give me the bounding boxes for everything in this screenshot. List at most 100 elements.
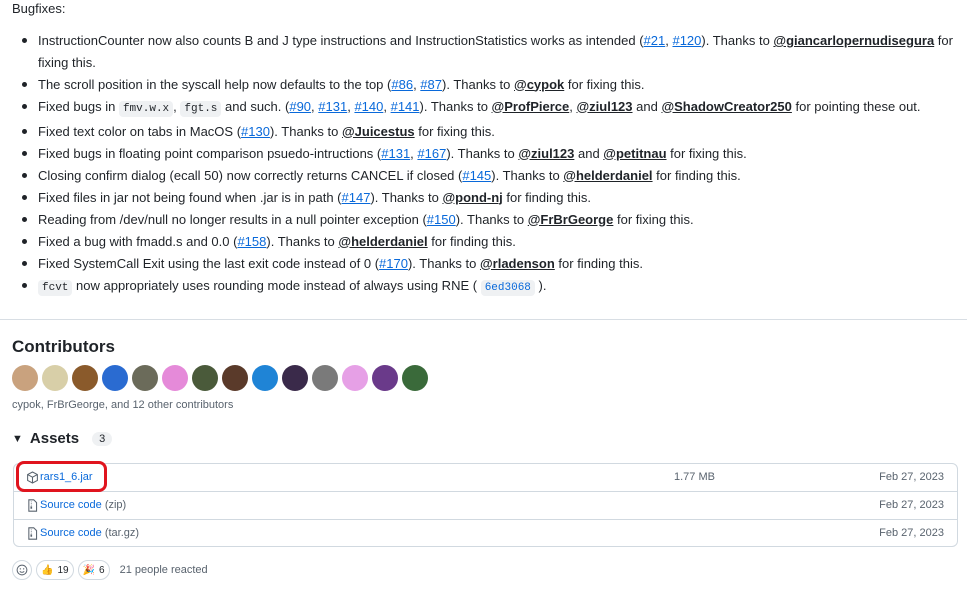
reaction-count: 19 — [57, 564, 69, 576]
inline-code: fmv.w.x — [118, 100, 174, 117]
commit-link[interactable]: 6ed3068 — [480, 279, 535, 296]
asset-date: Feb 27, 2023 — [879, 499, 944, 511]
bugfix-list: InstructionCounter now also counts B and… — [0, 30, 960, 300]
user-mention-link[interactable]: @pond-nj — [442, 190, 502, 205]
text-segment: now appropriately uses rounding mode ins… — [72, 277, 481, 293]
contributor-avatar[interactable] — [282, 365, 308, 391]
issue-link[interactable]: #167 — [417, 146, 446, 161]
user-mention-link[interactable]: @ziul123 — [576, 99, 632, 114]
text-segment: InstructionCounter now also counts B and… — [38, 33, 644, 48]
user-mention-link[interactable]: @cypok — [514, 77, 564, 92]
contributor-avatar[interactable] — [72, 365, 98, 391]
contributor-avatar[interactable] — [12, 365, 38, 391]
assets-list: rars1_6.jar 1.77 MB Feb 27, 2023 Source … — [13, 463, 958, 547]
highlight-box — [16, 461, 107, 492]
user-mention-link[interactable]: @helderdaniel — [563, 168, 652, 183]
user-mention-link[interactable]: @helderdaniel — [338, 234, 427, 249]
bugfix-item: InstructionCounter now also counts B and… — [0, 30, 960, 73]
contributor-avatar[interactable] — [342, 365, 368, 391]
contributors-summary: cypok, FrBrGeorge, and 12 other contribu… — [12, 399, 234, 411]
issue-link[interactable]: #130 — [241, 124, 270, 139]
user-mention-link[interactable]: @giancarlopernudisegura — [773, 33, 934, 48]
text-segment: Closing confirm dialog (ecall 50) now co… — [38, 167, 463, 183]
issue-link[interactable]: #170 — [379, 256, 408, 271]
caret-down-icon[interactable]: ▼ — [12, 433, 23, 445]
contributor-avatar[interactable] — [102, 365, 128, 391]
reactions-bar: 👍 19 🎉 6 21 people reacted — [12, 560, 208, 580]
text-segment: for fixing this. — [564, 76, 645, 92]
contributor-avatar[interactable] — [132, 365, 158, 391]
asset-link-targz[interactable]: Source code (tar.gz) — [40, 527, 139, 539]
user-mention-link[interactable]: @ziul123 — [518, 146, 574, 161]
issue-link[interactable]: #145 — [462, 168, 491, 183]
asset-date: Feb 27, 2023 — [879, 527, 944, 539]
issue-link[interactable]: #150 — [427, 212, 456, 227]
contributor-avatar[interactable] — [312, 365, 338, 391]
smiley-icon — [16, 564, 28, 576]
party-popper-icon: 🎉 — [82, 564, 96, 576]
text-segment: for fixing this. — [414, 123, 495, 139]
asset-row: Source code (zip) Feb 27, 2023 — [14, 492, 957, 520]
user-mention-link[interactable]: @FrBrGeorge — [528, 212, 614, 227]
issue-link[interactable]: #140 — [354, 99, 383, 114]
issue-link[interactable]: #131 — [318, 99, 347, 114]
contributor-avatar[interactable] — [372, 365, 398, 391]
add-reaction-button[interactable] — [12, 560, 32, 580]
issue-link[interactable]: #131 — [381, 146, 410, 161]
text-segment: Fixed a bug with fmadd.s and 0.0 ( — [38, 233, 238, 249]
bugfix-item: Fixed SystemCall Exit using the last exi… — [0, 253, 960, 275]
text-segment: ). Thanks to — [266, 233, 339, 249]
issue-link[interactable]: #21 — [644, 33, 666, 48]
issue-link[interactable]: #87 — [420, 77, 442, 92]
contributors-title: Contributors — [12, 337, 115, 356]
contributor-avatar[interactable] — [222, 365, 248, 391]
text-segment: and — [632, 98, 662, 114]
user-mention-link[interactable]: @ShadowCreator250 — [661, 99, 791, 114]
contributor-avatar[interactable] — [192, 365, 218, 391]
thumbs-up-reaction[interactable]: 👍 19 — [36, 560, 74, 580]
assets-count-badge: 3 — [92, 431, 113, 446]
issue-link[interactable]: #147 — [342, 190, 371, 205]
text-segment: ). Thanks to — [491, 167, 564, 183]
reaction-count: 6 — [99, 564, 105, 576]
user-mention-link[interactable]: @ProfPierce — [492, 99, 570, 114]
text-segment: , — [383, 98, 391, 114]
text-segment: ). Thanks to — [701, 33, 774, 48]
text-segment: for fixing this. — [613, 211, 694, 227]
text-segment: ). Thanks to — [370, 189, 443, 205]
inline-code: fcvt — [38, 279, 73, 296]
text-segment: for finding this. — [427, 233, 516, 249]
thumbs-up-icon: 👍 — [41, 564, 54, 576]
contributor-avatar[interactable] — [162, 365, 188, 391]
text-segment: for finding this. — [502, 189, 591, 205]
inline-code: fgt.s — [180, 100, 222, 117]
issue-link[interactable]: #86 — [391, 77, 413, 92]
asset-link-zip[interactable]: Source code (zip) — [40, 499, 126, 511]
text-segment: Reading from /dev/null no longer results… — [38, 211, 427, 227]
file-zip-icon — [28, 499, 38, 512]
asset-row: rars1_6.jar 1.77 MB Feb 27, 2023 — [14, 464, 957, 492]
assets-title: Assets — [29, 430, 80, 447]
file-zip-icon — [28, 527, 38, 540]
text-segment: ). Thanks to — [442, 76, 515, 92]
asset-size: 1.77 MB — [674, 471, 715, 483]
text-segment: for finding this. — [652, 167, 741, 183]
reactions-summary: 21 people reacted — [119, 564, 208, 576]
issue-link[interactable]: #120 — [672, 33, 701, 48]
user-mention-link[interactable]: @rladenson — [480, 256, 555, 271]
text-segment: and — [574, 145, 604, 161]
user-mention-link[interactable]: @petitnau — [603, 146, 666, 161]
text-segment: Fixed bugs in floating point comparison … — [38, 145, 382, 161]
issue-link[interactable]: #141 — [391, 99, 420, 114]
text-segment: The scroll position in the syscall help … — [38, 76, 392, 92]
contributor-avatar[interactable] — [42, 365, 68, 391]
contributor-avatar[interactable] — [252, 365, 278, 391]
text-segment: for pointing these out. — [791, 98, 921, 114]
contributor-avatar[interactable] — [402, 365, 428, 391]
party-reaction[interactable]: 🎉 6 — [77, 560, 110, 580]
assets-header[interactable]: ▼ Assets 3 — [12, 430, 113, 447]
user-mention-link[interactable]: @Juicestus — [342, 124, 415, 139]
asset-date: Feb 27, 2023 — [879, 471, 944, 483]
issue-link[interactable]: #90 — [289, 99, 311, 114]
issue-link[interactable]: #158 — [237, 234, 266, 249]
